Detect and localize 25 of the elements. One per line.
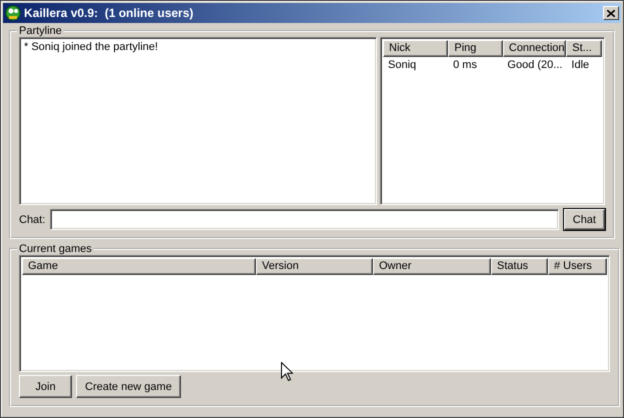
close-button[interactable]	[603, 6, 619, 20]
table-cell-text: Soniq	[387, 58, 418, 73]
join-button[interactable]: Join	[19, 375, 72, 398]
chat-input[interactable]	[50, 209, 559, 230]
table-cell-text: 0 ms	[452, 58, 478, 73]
create-game-button[interactable]: Create new game	[76, 375, 181, 398]
column-header[interactable]: Game	[22, 258, 256, 275]
column-header[interactable]: Owner	[373, 258, 491, 275]
chat-message: * Soniq joined the partyline!	[24, 41, 159, 54]
group-label: Current games	[18, 243, 93, 255]
column-header[interactable]: Status	[491, 258, 548, 275]
column-header[interactable]: # Users	[548, 258, 607, 275]
group-label: Partyline	[18, 25, 63, 37]
close-icon	[607, 10, 615, 16]
column-header[interactable]: Connection	[502, 40, 566, 57]
column-header[interactable]: Ping	[448, 40, 503, 57]
app-icon	[5, 5, 21, 21]
window-title: Kaillera v0.9: (1 online users)	[24, 6, 194, 20]
table-cell-text: Idle	[570, 58, 590, 73]
table-cell-text: Good (20...	[506, 58, 564, 73]
column-header[interactable]: Version	[256, 258, 373, 275]
column-header[interactable]: Nick	[383, 40, 448, 57]
chat-button[interactable]: Chat	[564, 209, 605, 230]
column-header[interactable]: St...	[566, 40, 602, 57]
chat-label: Chat:	[19, 214, 46, 226]
